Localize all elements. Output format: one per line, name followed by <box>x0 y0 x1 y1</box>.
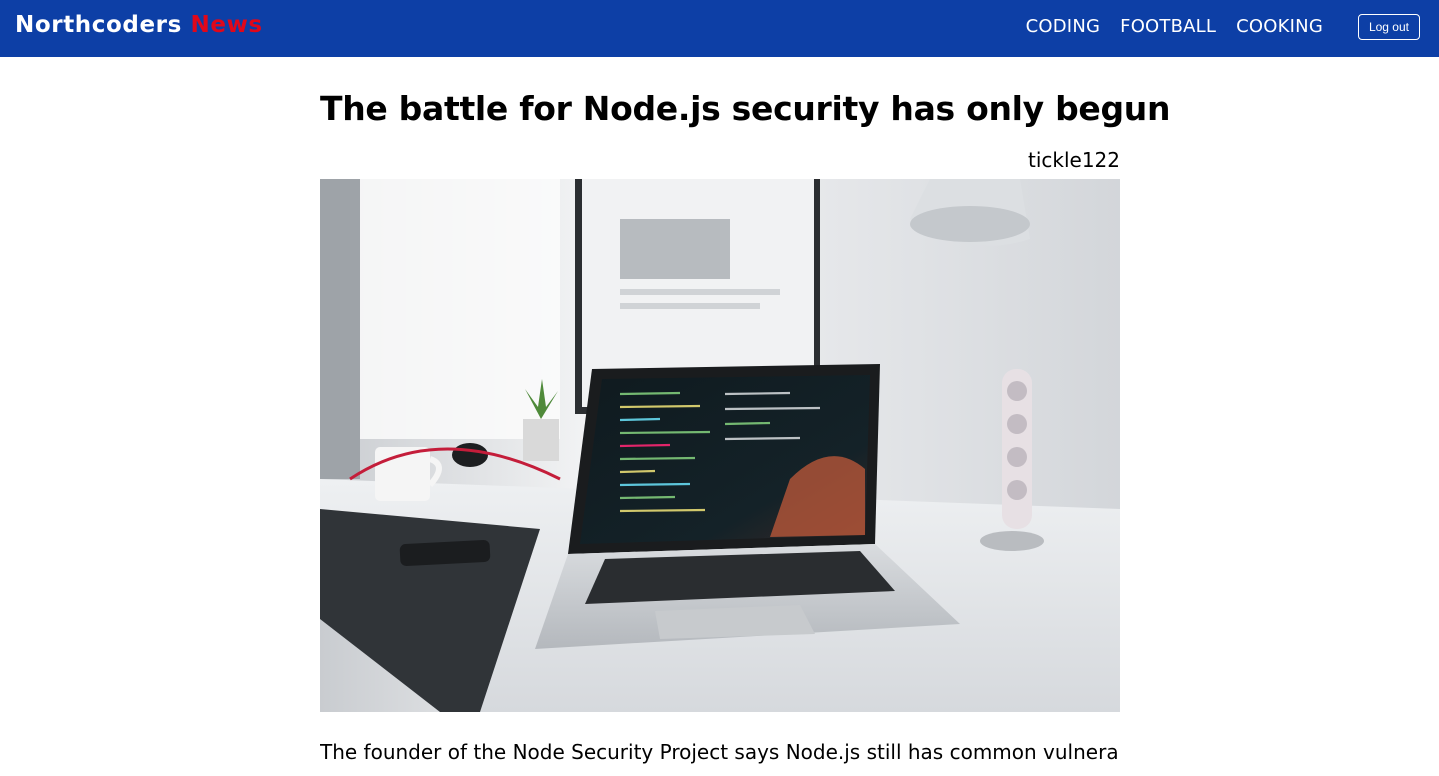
article-title: The battle for Node.js security has only… <box>320 89 1171 128</box>
article: The battle for Node.js security has only… <box>320 57 1171 766</box>
topic-link-cooking[interactable]: COOKING <box>1236 16 1323 37</box>
topic-link-football[interactable]: FOOTBALL <box>1120 16 1216 37</box>
article-author: tickle122 <box>1027 148 1120 172</box>
top-navbar: Northcoders News CODING FOOTBALL COOKING… <box>0 0 1439 57</box>
logout-button[interactable]: Log out <box>1357 14 1420 40</box>
topic-link-coding[interactable]: CODING <box>1026 16 1101 37</box>
article-image <box>320 179 1120 712</box>
brand-name: Northcoders <box>15 12 182 38</box>
article-body: The founder of the Node Security Project… <box>320 740 1120 764</box>
brand-accent: News <box>190 12 263 38</box>
site-logo[interactable]: Northcoders News <box>15 12 263 38</box>
topic-nav: CODING FOOTBALL COOKING <box>1026 16 1323 37</box>
